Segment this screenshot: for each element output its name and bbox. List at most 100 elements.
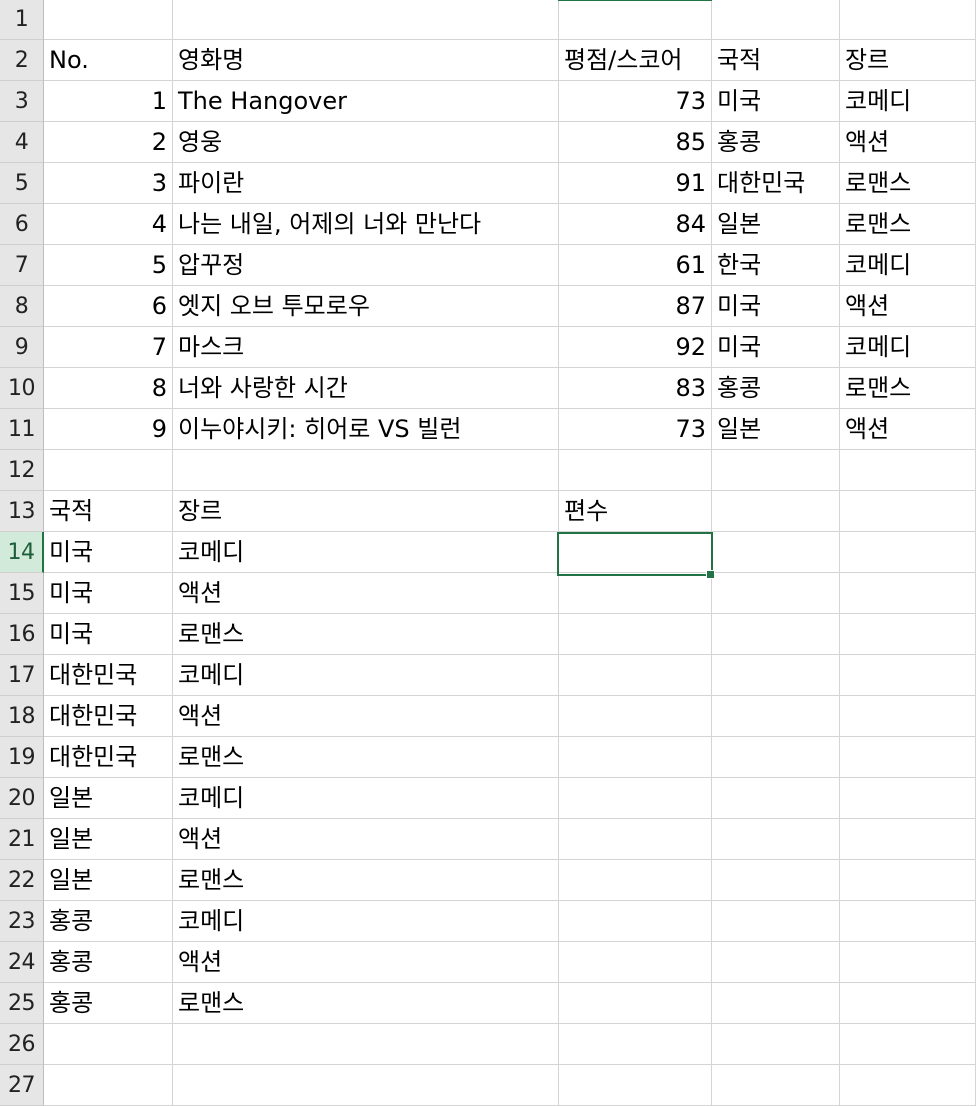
sheet-cell[interactable]: 편수 (559, 491, 712, 532)
sheet-cell[interactable] (840, 450, 976, 491)
row-header[interactable]: 19 (0, 737, 44, 778)
row-header[interactable]: 14 (0, 532, 44, 573)
sheet-cell[interactable]: 9 (44, 409, 173, 450)
sheet-cell[interactable] (840, 778, 976, 819)
sheet-cell[interactable] (712, 573, 840, 614)
sheet-cell[interactable]: 평점/스코어 (559, 40, 712, 81)
sheet-cell[interactable] (712, 1065, 840, 1106)
sheet-cell[interactable] (712, 819, 840, 860)
sheet-cell[interactable] (559, 450, 712, 491)
sheet-cell[interactable]: 미국 (44, 532, 173, 573)
row-header[interactable]: 27 (0, 1065, 44, 1106)
sheet-cell[interactable]: 로맨스 (173, 614, 559, 655)
sheet-cell[interactable]: 73 (559, 409, 712, 450)
sheet-cell[interactable]: 엣지 오브 투모로우 (173, 286, 559, 327)
row-header[interactable]: 16 (0, 614, 44, 655)
sheet-cell[interactable]: 6 (44, 286, 173, 327)
sheet-cell[interactable] (840, 901, 976, 942)
row-header[interactable]: 2 (0, 40, 44, 81)
sheet-cell[interactable]: 홍콩 (712, 122, 840, 163)
sheet-cell[interactable]: 85 (559, 122, 712, 163)
row-header[interactable]: 11 (0, 409, 44, 450)
sheet-cell[interactable] (712, 0, 840, 40)
sheet-cell[interactable]: 1 (44, 81, 173, 122)
row-header[interactable]: 21 (0, 819, 44, 860)
sheet-cell[interactable]: 91 (559, 163, 712, 204)
sheet-cell[interactable]: 대한민국 (44, 696, 173, 737)
row-header[interactable]: 9 (0, 327, 44, 368)
row-header[interactable]: 4 (0, 122, 44, 163)
sheet-cell[interactable] (840, 1024, 976, 1065)
sheet-cell[interactable] (712, 983, 840, 1024)
sheet-cell[interactable]: 92 (559, 327, 712, 368)
sheet-cell[interactable]: 이누야시키: 히어로 VS 빌런 (173, 409, 559, 450)
sheet-cell[interactable] (840, 1065, 976, 1106)
sheet-cell[interactable] (840, 737, 976, 778)
sheet-cell[interactable]: 일본 (712, 204, 840, 245)
sheet-cell[interactable]: 73 (559, 81, 712, 122)
sheet-cell[interactable]: 액션 (840, 409, 976, 450)
sheet-cell[interactable]: 일본 (44, 819, 173, 860)
sheet-cell[interactable] (712, 696, 840, 737)
sheet-cell[interactable]: 미국 (712, 327, 840, 368)
row-header[interactable]: 23 (0, 901, 44, 942)
sheet-cell[interactable] (173, 1024, 559, 1065)
sheet-cell[interactable] (44, 1024, 173, 1065)
sheet-cell[interactable]: 로맨스 (840, 163, 976, 204)
row-header[interactable]: 20 (0, 778, 44, 819)
row-header[interactable]: 22 (0, 860, 44, 901)
sheet-cell[interactable]: 파이란 (173, 163, 559, 204)
sheet-cell[interactable]: 일본 (712, 409, 840, 450)
sheet-cell[interactable]: 미국 (44, 614, 173, 655)
row-header[interactable]: 3 (0, 81, 44, 122)
sheet-cell[interactable]: 5 (44, 245, 173, 286)
sheet-cell[interactable] (173, 1065, 559, 1106)
sheet-cell[interactable] (559, 983, 712, 1024)
sheet-cell[interactable] (712, 860, 840, 901)
sheet-cell[interactable]: 액션 (840, 122, 976, 163)
sheet-cell[interactable]: 2 (44, 122, 173, 163)
sheet-cell[interactable] (712, 532, 840, 573)
sheet-cell[interactable]: 대한민국 (44, 737, 173, 778)
sheet-cell[interactable]: 코메디 (173, 532, 559, 573)
sheet-cell[interactable]: 로맨스 (173, 860, 559, 901)
sheet-cell[interactable]: 액션 (840, 286, 976, 327)
sheet-cell[interactable]: 코메디 (840, 327, 976, 368)
sheet-cell[interactable] (559, 655, 712, 696)
row-header[interactable]: 7 (0, 245, 44, 286)
sheet-cell[interactable] (559, 901, 712, 942)
sheet-cell[interactable]: The Hangover (173, 81, 559, 122)
sheet-cell[interactable] (559, 737, 712, 778)
sheet-cell[interactable] (559, 778, 712, 819)
sheet-cell[interactable] (712, 655, 840, 696)
sheet-cell[interactable]: 8 (44, 368, 173, 409)
sheet-cell[interactable]: 코메디 (840, 245, 976, 286)
sheet-cell[interactable]: 미국 (712, 286, 840, 327)
row-header[interactable]: 17 (0, 655, 44, 696)
sheet-cell[interactable]: 홍콩 (44, 983, 173, 1024)
sheet-cell[interactable] (559, 942, 712, 983)
sheet-cell[interactable]: 대한민국 (44, 655, 173, 696)
sheet-cell[interactable] (559, 696, 712, 737)
sheet-cell[interactable] (840, 491, 976, 532)
row-header[interactable]: 26 (0, 1024, 44, 1065)
sheet-cell[interactable] (559, 1024, 712, 1065)
sheet-cell[interactable]: 87 (559, 286, 712, 327)
sheet-cell[interactable] (712, 778, 840, 819)
sheet-cell[interactable]: 로맨스 (173, 737, 559, 778)
sheet-cell[interactable]: 압꾸정 (173, 245, 559, 286)
sheet-cell[interactable]: 너와 사랑한 시간 (173, 368, 559, 409)
row-header[interactable]: 6 (0, 204, 44, 245)
sheet-cell[interactable] (840, 819, 976, 860)
sheet-cell[interactable]: 코메디 (173, 655, 559, 696)
sheet-cell[interactable] (712, 737, 840, 778)
sheet-cell[interactable] (173, 0, 559, 40)
sheet-cell[interactable]: 홍콩 (44, 942, 173, 983)
sheet-cell[interactable]: 61 (559, 245, 712, 286)
sheet-cell[interactable]: 장르 (173, 491, 559, 532)
row-header[interactable]: 5 (0, 163, 44, 204)
sheet-cell[interactable]: No. (44, 40, 173, 81)
sheet-cell[interactable]: 83 (559, 368, 712, 409)
sheet-cell[interactable] (840, 614, 976, 655)
sheet-cell[interactable]: 미국 (44, 573, 173, 614)
